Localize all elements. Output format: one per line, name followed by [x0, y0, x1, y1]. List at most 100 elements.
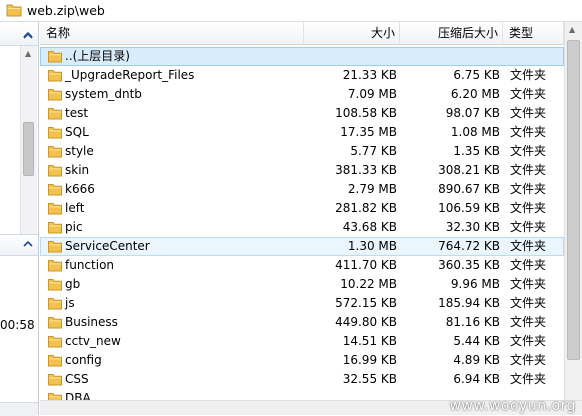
file-size: 17.35 MB — [340, 125, 397, 139]
file-compressed-size: 106.59 KB — [438, 201, 500, 215]
file-compressed-size: 9.96 MB — [450, 277, 500, 291]
column-header-type[interactable]: 类型 — [503, 22, 564, 44]
file-type: 文件夹 — [510, 87, 547, 101]
watermark: www.wooyun.org — [449, 398, 576, 414]
file-size: 16.99 KB — [342, 353, 397, 367]
file-row[interactable]: skin 381.33 KB 308.21 KB 文件夹 — [40, 161, 564, 180]
file-type: 文件夹 — [510, 315, 547, 329]
file-row[interactable]: ServiceCenter 1.30 MB 764.72 KB 文件夹 — [40, 237, 564, 256]
file-row[interactable]: config 16.99 KB 4.89 KB 文件夹 — [40, 351, 564, 370]
scroll-thumb[interactable] — [23, 122, 34, 176]
file-name: left — [65, 201, 85, 215]
file-name: function — [65, 258, 115, 272]
folder-icon — [48, 107, 62, 120]
file-type: 文件夹 — [510, 239, 547, 253]
file-rows: ..(上层目录) _UpgradeReport_Files 21.33 KB 6.75… — [40, 47, 564, 400]
left-pane-bottom-scrollbar[interactable] — [0, 402, 38, 416]
file-type: 文件夹 — [510, 201, 547, 215]
file-compressed-size: 32.30 KB — [445, 220, 500, 234]
address-path[interactable]: web.zip\web — [27, 3, 105, 18]
file-name: style — [65, 144, 94, 158]
folder-icon — [48, 164, 62, 177]
file-row[interactable]: k666 2.79 MB 890.67 KB 文件夹 — [40, 180, 564, 199]
file-compressed-size: 185.94 KB — [438, 296, 500, 310]
file-compressed-size: 6.94 KB — [453, 372, 500, 386]
file-type: 文件夹 — [510, 353, 547, 367]
file-name: CSS — [65, 372, 89, 386]
folder-icon — [48, 126, 62, 139]
file-size: 43.68 KB — [342, 220, 397, 234]
folder-icon — [48, 316, 62, 329]
file-type: 文件夹 — [510, 277, 547, 291]
file-type: 文件夹 — [510, 163, 547, 177]
file-size: 572.15 KB — [335, 296, 397, 310]
left-pane-scrollbar[interactable]: ▲ ▼ — [20, 46, 37, 246]
file-compressed-size: 1.35 KB — [453, 144, 500, 158]
file-type: 文件夹 — [510, 296, 547, 310]
file-size: 281.82 KB — [335, 201, 397, 215]
file-row[interactable]: gb 10.22 MB 9.96 MB 文件夹 — [40, 275, 564, 294]
file-row[interactable]: system_dntb 7.09 MB 6.20 MB 文件夹 — [40, 85, 564, 104]
file-size: 449.80 KB — [335, 315, 397, 329]
chevron-up-icon[interactable] — [23, 240, 33, 250]
file-name: _UpgradeReport_Files — [65, 68, 195, 82]
folder-icon — [48, 297, 62, 310]
parent-directory-row[interactable]: ..(上层目录) — [40, 47, 564, 66]
file-size: 2.79 MB — [347, 182, 397, 196]
file-type: 文件夹 — [510, 144, 547, 158]
file-compressed-size: 98.07 KB — [445, 106, 500, 120]
file-size: 1.30 MB — [347, 239, 397, 253]
time-text: 00:58 — [0, 318, 35, 332]
folder-icon — [6, 4, 22, 17]
file-row[interactable]: CSS 32.55 KB 6.94 KB 文件夹 — [40, 370, 564, 389]
file-row[interactable]: test 108.58 KB 98.07 KB 文件夹 — [40, 104, 564, 123]
scroll-up-arrow-icon[interactable]: ▲ — [569, 25, 575, 34]
file-row[interactable]: Business 449.80 KB 81.16 KB 文件夹 — [40, 313, 564, 332]
column-header-compressed[interactable]: 压缩后大小 — [400, 22, 503, 44]
file-row[interactable]: _UpgradeReport_Files 21.33 KB 6.75 KB 文件夹 — [40, 66, 564, 85]
file-compressed-size: 764.72 KB — [438, 239, 500, 253]
left-pane-section-header[interactable] — [0, 234, 38, 256]
file-type: 文件夹 — [510, 125, 547, 139]
file-row[interactable]: js 572.15 KB 185.94 KB 文件夹 — [40, 294, 564, 313]
file-compressed-size: 5.44 KB — [453, 334, 500, 348]
file-compressed-size: 81.16 KB — [445, 315, 500, 329]
file-size — [305, 390, 397, 400]
file-row[interactable]: function 411.70 KB 360.35 KB 文件夹 — [40, 256, 564, 275]
file-size — [305, 48, 397, 65]
file-name: js — [65, 296, 75, 310]
file-row[interactable]: pic 43.68 KB 32.30 KB 文件夹 — [40, 218, 564, 237]
chevron-up-icon[interactable] — [23, 30, 33, 40]
folder-icon — [48, 392, 62, 400]
file-name: Business — [65, 315, 118, 329]
file-size: 5.77 KB — [350, 144, 397, 158]
address-bar[interactable]: web.zip\web — [0, 0, 582, 22]
file-row[interactable]: cctv_new 14.51 KB 5.44 KB 文件夹 — [40, 332, 564, 351]
column-header-name[interactable]: 名称 — [40, 22, 304, 44]
folder-icon — [48, 50, 62, 63]
file-row[interactable]: style 5.77 KB 1.35 KB 文件夹 — [40, 142, 564, 161]
file-type: 文件夹 — [510, 334, 547, 348]
file-type: 文件夹 — [510, 258, 547, 272]
file-row[interactable]: left 281.82 KB 106.59 KB 文件夹 — [40, 199, 564, 218]
file-name: SQL — [65, 125, 89, 139]
file-row[interactable]: SQL 17.35 MB 1.08 MB 文件夹 — [40, 123, 564, 142]
scroll-thumb[interactable] — [567, 40, 580, 360]
left-pane-header[interactable] — [0, 26, 38, 46]
file-size: 411.70 KB — [335, 258, 397, 272]
file-name: cctv_new — [65, 334, 121, 348]
file-compressed-size: 308.21 KB — [438, 163, 500, 177]
file-type: 文件夹 — [510, 372, 547, 386]
file-compressed-size — [401, 48, 500, 65]
vertical-scrollbar[interactable]: ▲ — [564, 22, 582, 400]
folder-icon — [48, 221, 62, 234]
column-header-size[interactable]: 大小 — [304, 22, 400, 44]
file-compressed-size: 360.35 KB — [438, 258, 500, 272]
folder-icon — [48, 69, 62, 82]
file-name: test — [65, 106, 89, 120]
scroll-up-arrow-icon[interactable]: ▲ — [25, 49, 31, 58]
file-compressed-size: 6.75 KB — [453, 68, 500, 82]
file-size: 14.51 KB — [342, 334, 397, 348]
folder-icon — [48, 354, 62, 367]
folder-icon — [48, 335, 62, 348]
